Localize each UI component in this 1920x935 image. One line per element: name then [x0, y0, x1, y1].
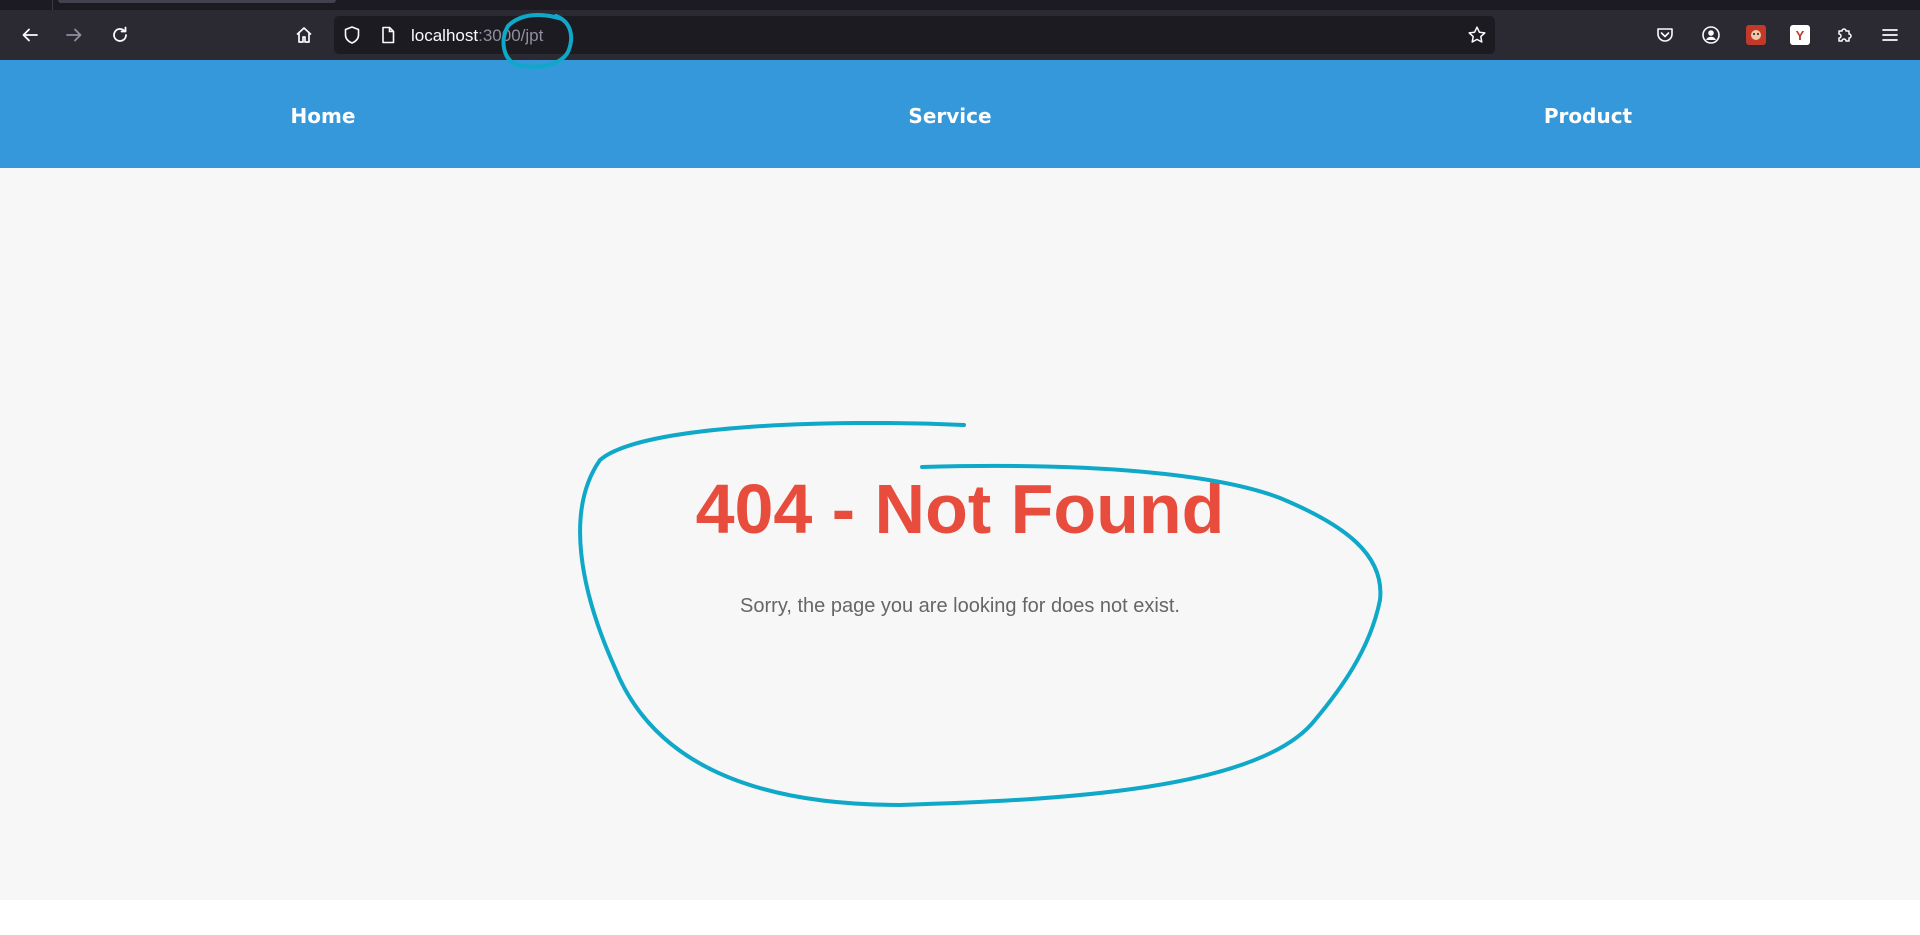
arrow-right-icon: [66, 28, 82, 42]
home-button[interactable]: [290, 21, 318, 49]
hamburger-menu-icon: [1882, 29, 1898, 41]
pocket-button[interactable]: [1651, 21, 1679, 49]
browser-toolbar: localhost:3000/jpt Y: [0, 10, 1920, 60]
puzzle-icon: [1838, 28, 1852, 42]
pocket-icon: [1657, 28, 1673, 42]
nav-link-product[interactable]: Product: [1544, 104, 1632, 128]
extension-1-icon: [1746, 25, 1766, 45]
back-button[interactable]: [16, 21, 44, 49]
error-message: Sorry, the page you are looking for does…: [740, 595, 1180, 617]
url-host: localhost: [411, 26, 479, 45]
url-path: :3000/jpt: [478, 26, 544, 45]
tab-strip: [0, 0, 1920, 10]
account-button[interactable]: [1697, 21, 1725, 49]
url-bar[interactable]: localhost:3000/jpt: [334, 16, 1495, 54]
forward-button[interactable]: [60, 21, 88, 49]
tab-separator: [52, 0, 53, 10]
menu-button[interactable]: [1876, 21, 1904, 49]
account-icon: [1702, 26, 1720, 44]
extension-button-1[interactable]: [1742, 21, 1770, 49]
nav-link-service[interactable]: Service: [908, 104, 991, 128]
main-content: 404 - Not Found Sorry, the page you are …: [0, 168, 1920, 900]
extension-button-2[interactable]: Y: [1786, 21, 1814, 49]
shield-icon[interactable]: [342, 25, 362, 45]
url-text[interactable]: localhost:3000/jpt: [411, 26, 543, 46]
extensions-button[interactable]: [1831, 21, 1859, 49]
reload-icon: [113, 26, 127, 42]
extension-2-icon: Y: [1790, 25, 1810, 45]
nav-link-home[interactable]: Home: [291, 104, 356, 128]
error-title: 404 - Not Found: [695, 470, 1225, 548]
arrow-left-icon: [22, 28, 38, 42]
active-tab[interactable]: [58, 0, 336, 3]
home-icon: [296, 27, 312, 43]
page-icon[interactable]: [378, 25, 398, 45]
star-icon[interactable]: [1467, 25, 1487, 45]
site-navbar: Home Service Product: [0, 60, 1920, 168]
reload-button[interactable]: [106, 21, 134, 49]
